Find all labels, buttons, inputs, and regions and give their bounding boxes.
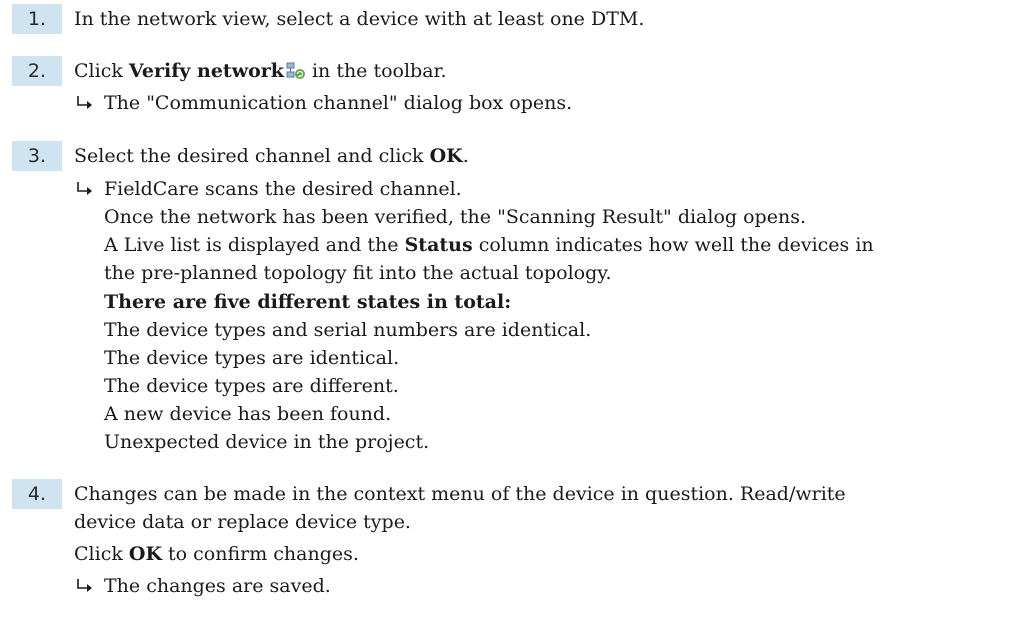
state-item: Unexpected device in the project. xyxy=(104,431,430,453)
live-list-after: column indicates how well the devices in xyxy=(472,234,874,256)
step-4-confirm-before: Click xyxy=(74,543,129,565)
state-item: The device types are different. xyxy=(104,375,399,397)
state-item: The device types and serial numbers are … xyxy=(104,319,592,341)
state-item: The device types are identical. xyxy=(104,347,400,369)
ok-label: OK xyxy=(128,543,162,565)
step-3-result: FieldCare scans the desired channel. xyxy=(104,178,462,200)
result-arrow-icon xyxy=(74,89,100,117)
status-label: Status xyxy=(404,234,473,256)
live-list-before: A Live list is displayed and the xyxy=(104,234,405,256)
state-item: A new device has been found. xyxy=(104,403,392,425)
step-2-result: The "Communication channel" dialog box o… xyxy=(104,92,573,114)
step-3-text-before: Select the desired channel and click xyxy=(74,145,430,167)
step-number-2: 2. xyxy=(12,56,62,86)
step-number-3: 3. xyxy=(12,141,62,171)
step-2-text-after: in the toolbar. xyxy=(305,60,447,82)
step-number-4: 4. xyxy=(12,479,62,509)
result-arrow-icon xyxy=(74,175,100,203)
step-4-line-2: device data or replace device type. xyxy=(74,511,411,533)
live-list-line-2: the pre-planned topology fit into the ac… xyxy=(104,262,612,284)
step-3-text-after: . xyxy=(462,145,469,167)
verify-network-label: Verify network xyxy=(128,60,284,82)
verify-network-icon xyxy=(286,60,306,79)
step-3-result-line: Once the network has been verified, the … xyxy=(104,206,806,228)
step-number-1: 1. xyxy=(12,4,62,34)
step-1-text: In the network view, select a device wit… xyxy=(74,8,645,30)
instruction-page: 1. In the network view, select a device … xyxy=(0,0,1018,641)
ok-label: OK xyxy=(429,145,463,167)
step-4-confirm: Click OK to confirm changes. xyxy=(74,540,359,568)
step-4-result: The changes are saved. xyxy=(104,575,331,597)
result-arrow-icon xyxy=(74,572,100,600)
live-list-line-1: A Live list is displayed and the Status … xyxy=(104,231,874,259)
step-4-line-1: Changes can be made in the context menu … xyxy=(74,483,846,505)
step-3-text: Select the desired channel and click OK. xyxy=(74,142,469,170)
step-4-confirm-after: to confirm changes. xyxy=(161,543,359,565)
step-2-text: Click Verify network in the toolbar. xyxy=(74,57,447,85)
states-heading: There are five different states in total… xyxy=(104,291,512,313)
step-2-text-before: Click xyxy=(74,60,129,82)
